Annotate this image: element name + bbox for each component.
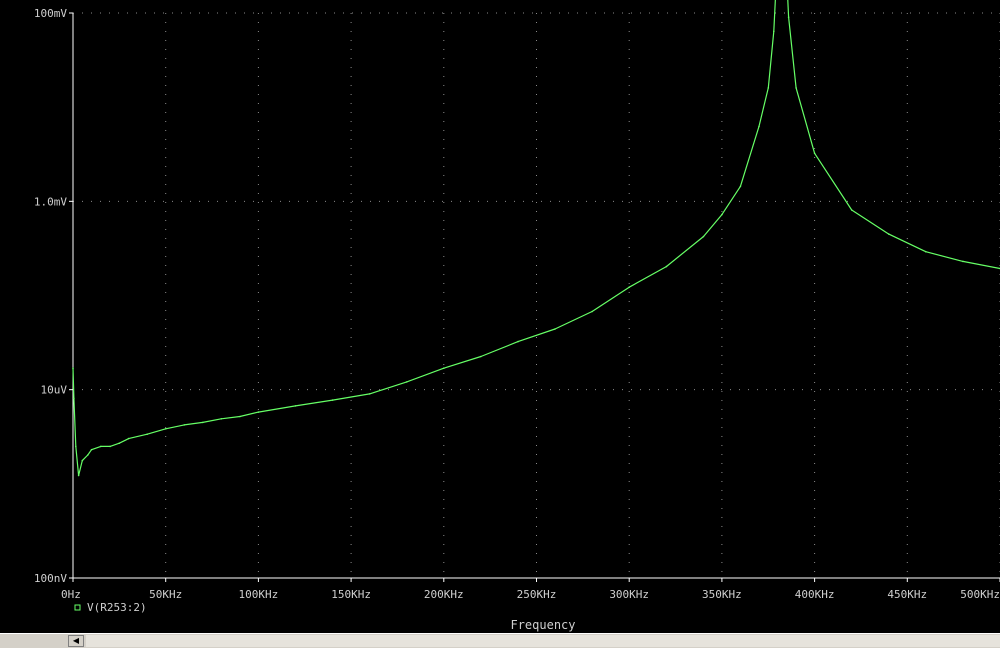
data-point	[75, 445, 77, 448]
horizontal-scrollbar[interactable]: ◀	[0, 633, 1000, 648]
scrollbar-track[interactable]	[86, 635, 1000, 647]
data-point	[146, 433, 148, 436]
legend-marker	[74, 604, 81, 611]
data-point	[739, 185, 742, 188]
y-tick-label: 100nV	[34, 572, 67, 585]
data-point	[767, 87, 770, 89]
x-tick-label: 300KHz	[609, 588, 649, 601]
data-point	[257, 411, 260, 413]
data-point	[628, 286, 630, 289]
y-tick-label: 10uV	[41, 384, 68, 397]
data-point	[87, 454, 89, 456]
x-tick-label: 450KHz	[887, 588, 927, 601]
x-tick-label: 500KHz	[960, 588, 1000, 601]
y-tick-label: 100mV	[34, 7, 67, 20]
x-tick-label: 50KHz	[149, 588, 182, 601]
x-tick-label: 100KHz	[239, 588, 279, 601]
data-point	[294, 405, 297, 407]
data-point	[109, 445, 111, 448]
chart-grid	[73, 12, 1000, 578]
data-point	[888, 233, 890, 235]
data-point	[795, 87, 797, 89]
data-point	[773, 30, 775, 33]
data-point	[554, 328, 556, 330]
x-tick-label: 400KHz	[795, 588, 835, 601]
x-tick-label: 350KHz	[702, 588, 742, 601]
data-point	[90, 448, 93, 451]
data-point	[702, 235, 705, 238]
data-point	[405, 381, 408, 383]
data-point	[517, 340, 519, 343]
data-point	[183, 424, 185, 426]
data-point	[220, 418, 223, 420]
x-tick-label: 200KHz	[424, 588, 464, 601]
data-point	[813, 152, 816, 155]
data-point	[721, 213, 723, 216]
data-point	[591, 310, 593, 313]
x-tick-label: 0Hz	[61, 588, 81, 601]
data-point	[962, 260, 964, 263]
x-tick-label: 150KHz	[331, 588, 371, 601]
x-axis-label: Frequency	[510, 618, 575, 632]
data-point	[787, 16, 790, 19]
data-point	[850, 209, 853, 211]
data-point	[73, 397, 75, 400]
data-point	[239, 415, 241, 418]
data-point	[81, 459, 84, 462]
data-point	[925, 250, 927, 253]
y-tick-labels: 100mV 1.0mV 10uV 100nV	[34, 7, 73, 585]
series-line	[72, 0, 1000, 477]
data-point	[480, 355, 482, 358]
data-point	[100, 445, 102, 448]
legend-label: V(R253:2)	[87, 601, 147, 614]
data-point	[72, 367, 74, 370]
data-point	[331, 399, 334, 401]
legend: V(R253:2)	[74, 601, 147, 614]
data-point	[164, 428, 167, 430]
data-point	[368, 393, 371, 395]
chart-plot: 100mV 1.0mV 10uV 100nV 0Hz 50KHz 100KHz 150KHz…	[34, 0, 1000, 632]
data-point	[758, 125, 760, 128]
x-tick-labels: 0Hz 50KHz 100KHz 150KHz 200KHz 250KHz 300KHz 35…	[61, 578, 1000, 601]
data-point	[443, 367, 445, 370]
data-point	[665, 265, 668, 268]
x-tick-label: 250KHz	[517, 588, 557, 601]
scroll-left-arrow-icon[interactable]: ◀	[68, 635, 84, 647]
y-tick-label: 1.0mV	[34, 195, 67, 208]
data-point	[127, 437, 130, 440]
data-point	[77, 474, 80, 477]
data-point	[202, 421, 204, 424]
data-point	[118, 442, 121, 445]
